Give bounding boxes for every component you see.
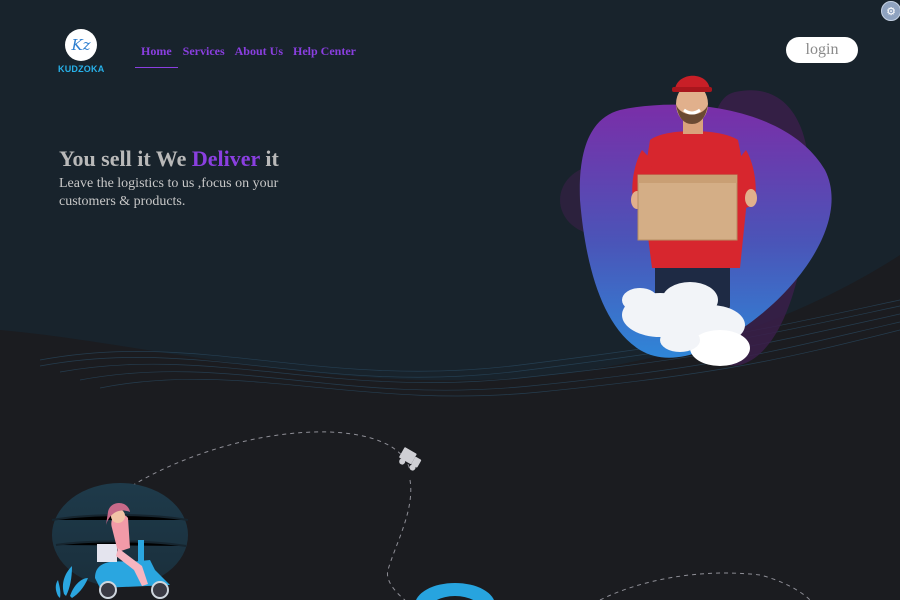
login-button[interactable]: login [786, 37, 858, 63]
headline-part-2: it [259, 146, 279, 171]
hero-subline: Leave the logistics to us ,focus on your… [59, 176, 279, 209]
headline-part-1: You sell it We [59, 146, 192, 171]
brand-logo[interactable]: Kz KUDZOKA [58, 29, 104, 75]
hero-background [0, 0, 900, 600]
nav-item-about-us[interactable]: About Us [230, 44, 288, 68]
main-nav: Home Services About Us Help Center [135, 44, 361, 68]
logo-monogram: Kz [65, 29, 97, 61]
hero-headline: You sell it We Deliver it [59, 146, 279, 172]
settings-badge-icon[interactable]: ⚙ [881, 1, 900, 21]
nav-item-home[interactable]: Home [135, 44, 178, 68]
delivery-truck-icon [399, 447, 422, 471]
nav-item-help-center[interactable]: Help Center [288, 44, 361, 68]
brand-name: KUDZOKA [58, 64, 105, 74]
nav-item-services[interactable]: Services [178, 44, 230, 68]
headline-accent: Deliver [191, 146, 260, 171]
